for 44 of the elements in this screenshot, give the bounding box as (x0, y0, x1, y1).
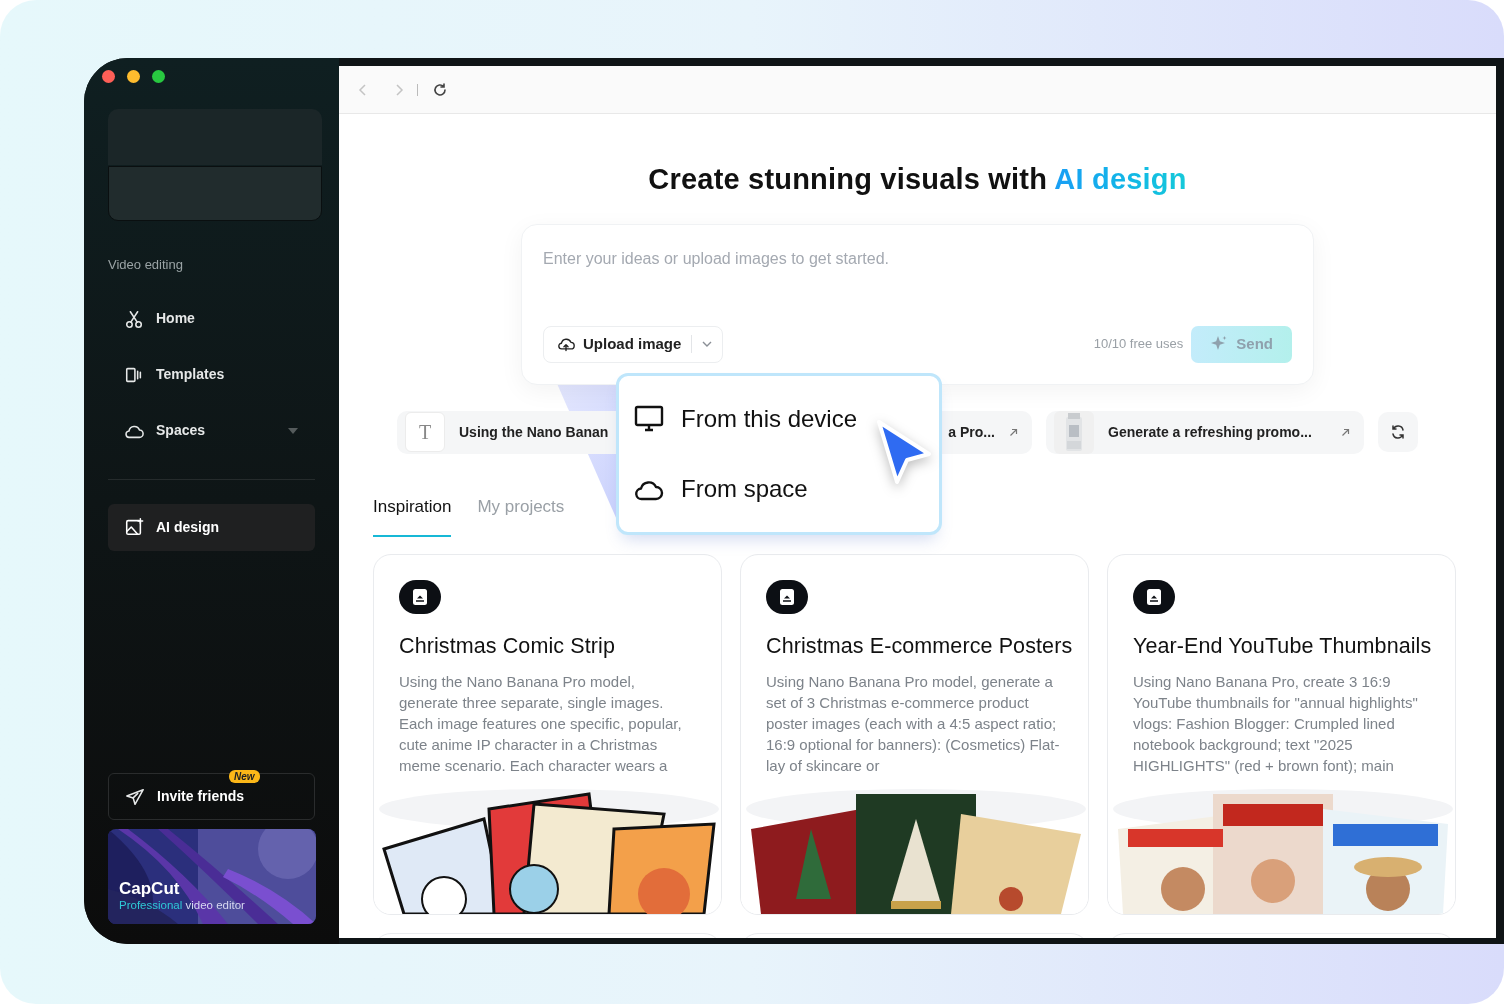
card-title: Christmas Comic Strip (399, 632, 616, 660)
section-label: Video editing (108, 256, 184, 274)
arrow-icon (1009, 427, 1018, 437)
text-thumbnail: T (405, 412, 445, 452)
promo-tagline: Professional video editor (119, 898, 245, 913)
zoom-button[interactable] (152, 70, 165, 83)
promo-card[interactable]: CapCut Professional video editor (108, 829, 316, 924)
card-description: Using Nano Banana Pro model, generate a set of 3 Christmas e-commerce product poster images (each with a 4:5 aspect ratio; 16:9 optional for banners): (Cosmetics) Flat-lay of skincare or (766, 672, 1061, 776)
card-description: Using the Nano Banana Pro model, generate three separate, single images. Each image features one specific, popular, cute anime IP character in a Christmas meme scenario. Each character wears a (399, 672, 683, 776)
upload-button[interactable]: Upload image (543, 325, 724, 363)
scissors-icon (124, 308, 144, 329)
card-description: Using Nano Banana Pro, create 3 16:9 YouTube thumbnails for "annual highlights" vlogs: Fashion Blogger: Crumpled lined notebook background; text "2025 HIGHLIGHTS" (red + brown font); main (1133, 672, 1419, 776)
card-title: Year-End YouTube Thumbnails (1133, 632, 1433, 660)
refresh-icon (1390, 424, 1406, 440)
menu-item[interactable]: From space (633, 461, 925, 517)
template-card[interactable] (373, 554, 722, 915)
nav-item[interactable]: Spaces (108, 402, 315, 459)
paper-plane-icon (125, 786, 145, 807)
image-icon (412, 587, 428, 606)
arrow-icon (1341, 427, 1350, 437)
nav-item[interactable]: Home (108, 290, 315, 347)
page-title: Create stunning visuals with AI design (647, 162, 1188, 197)
refresh-button[interactable] (1378, 412, 1418, 452)
nav-item[interactable]: Templates (108, 346, 315, 403)
cloud-upload-icon (557, 335, 575, 353)
prompt-field[interactable]: Enter your ideas or upload images to get started. Upload image 10/10 free uses Send (521, 223, 1314, 385)
image-icon (1146, 587, 1162, 606)
close-button[interactable] (102, 70, 115, 83)
invite-button[interactable]: New Invite friends (108, 773, 315, 820)
minimize-button[interactable] (127, 70, 140, 83)
card-title: Christmas E-commerce Posters (766, 632, 1074, 660)
new-badge: New (229, 770, 260, 783)
nav-item[interactable]: AI design (108, 503, 315, 551)
image-sparkle-icon (124, 517, 144, 537)
monitor-icon (633, 404, 665, 434)
image-icon (779, 587, 795, 606)
usage-counter: 10/10 free uses (1093, 335, 1184, 354)
template-card[interactable] (740, 554, 1089, 915)
suggestion-chip[interactable]: Generate a refreshing promo... (1046, 410, 1364, 454)
reload-icon[interactable] (432, 81, 448, 98)
caret-icon (287, 426, 299, 435)
promo-title: CapCut (119, 878, 180, 900)
tab[interactable]: Inspiration (373, 483, 452, 537)
caret-icon (702, 341, 713, 347)
